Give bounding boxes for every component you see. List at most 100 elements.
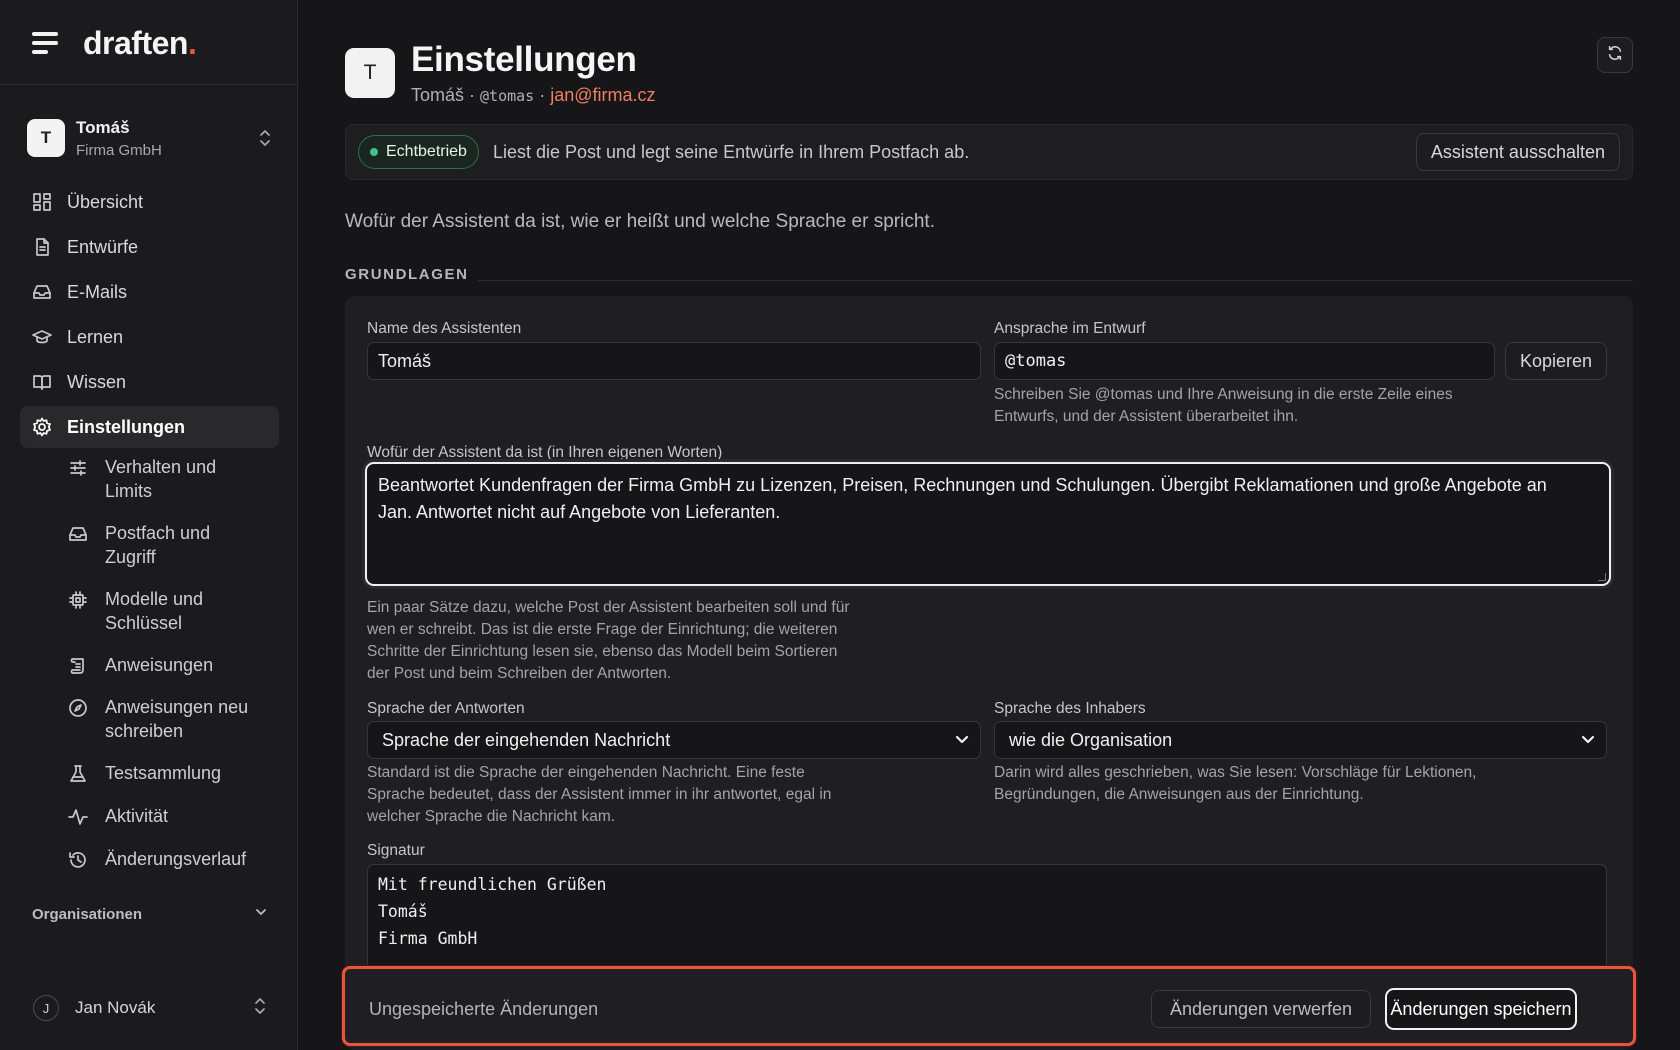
subnav-item-postfach[interactable]: Postfach und Zugriff bbox=[68, 521, 278, 587]
brand-logo[interactable]: draften. bbox=[83, 25, 197, 62]
nav-item-lernen[interactable]: Lernen bbox=[20, 316, 279, 358]
section-heading: GRUNDLAGEN bbox=[345, 266, 469, 283]
subnav-label: Limits bbox=[105, 481, 153, 501]
menu-icon[interactable] bbox=[32, 32, 58, 54]
account-org: Firma GmbH bbox=[76, 141, 162, 159]
assistant-handle: @tomas bbox=[480, 87, 535, 105]
subnav-label: Anweisungen bbox=[105, 655, 214, 675]
organisations-toggle[interactable]: Organisationen bbox=[32, 905, 268, 923]
nav-item-einstellungen[interactable]: Einstellungen bbox=[20, 406, 279, 448]
chevron-down-icon bbox=[954, 731, 970, 747]
status-dot-icon bbox=[370, 148, 378, 156]
subnav-item-anweisungen[interactable]: Anweisungen bbox=[68, 653, 278, 695]
nav-label: E-Mails bbox=[67, 281, 128, 302]
signature-line: Tomáš bbox=[378, 902, 428, 921]
dashboard-icon bbox=[32, 192, 52, 212]
scroll-icon bbox=[68, 656, 88, 676]
subnav-item-anweisungen-neu[interactable]: Anweisungen neu schreiben bbox=[68, 695, 278, 761]
address-label: Ansprache im Entwurf bbox=[994, 320, 1146, 337]
hint-line: Begründungen, die Anweisungen aus der Ei… bbox=[994, 786, 1364, 803]
hint-line: der Post und beim Schreiben der Antworte… bbox=[367, 665, 672, 682]
inbox-icon bbox=[32, 282, 52, 302]
chip-icon bbox=[68, 590, 88, 610]
settings-subnav: Verhalten und Limits Postfach und Zugriff … bbox=[68, 455, 278, 890]
unsaved-changes-text: Ungespeicherte Änderungen bbox=[369, 999, 599, 1019]
nav-item-entwuerfe[interactable]: Entwürfe bbox=[20, 226, 279, 268]
section-divider bbox=[478, 280, 1633, 281]
reply-language-hint: Standard ist die Sprache der eingehenden… bbox=[367, 762, 967, 828]
hint-line: Ein paar Sätze dazu, welche Post der Ass… bbox=[367, 599, 850, 616]
owner-language-select[interactable]: wie die Organisation bbox=[994, 721, 1607, 759]
sidebar-divider bbox=[0, 84, 298, 85]
subnav-label: Postfach und bbox=[105, 523, 211, 543]
status-badge: Echtbetrieb bbox=[358, 135, 479, 169]
user-avatar: J bbox=[33, 995, 59, 1021]
purpose-text-line: Beantwortet Kundenfragen der Firma GmbH … bbox=[378, 475, 1547, 495]
subnav-item-aenderungsverlauf[interactable]: Änderungsverlauf bbox=[68, 847, 278, 890]
intro-text: Wofür der Assistent da ist, wie er heißt… bbox=[345, 211, 935, 232]
separator: · bbox=[534, 85, 551, 105]
subnav-item-verhalten[interactable]: Verhalten und Limits bbox=[68, 455, 278, 521]
save-changes-button[interactable]: Änderungen speichern bbox=[1385, 988, 1577, 1030]
assistant-name: Tomáš bbox=[411, 85, 465, 105]
subnav-label: Verhalten und bbox=[105, 457, 217, 477]
organisations-label: Organisationen bbox=[32, 905, 143, 923]
nav-label: Entwürfe bbox=[67, 236, 139, 257]
status-badge-label: Echtbetrieb bbox=[386, 143, 467, 160]
address-input[interactable]: @tomas bbox=[994, 342, 1495, 380]
user-name: Jan Novák bbox=[75, 998, 156, 1017]
subnav-item-testsammlung[interactable]: Testsammlung bbox=[68, 761, 278, 804]
gear-icon bbox=[32, 417, 52, 437]
reply-language-label: Sprache der Antworten bbox=[367, 700, 525, 717]
subnav-label: schreiben bbox=[105, 721, 184, 741]
main-content: T Einstellungen Tomáš · @tomas · jan@fir… bbox=[298, 0, 1680, 1050]
flask-icon bbox=[68, 764, 88, 784]
inbox-icon bbox=[68, 524, 88, 544]
main-nav: Übersicht Entwürfe E-Mails Lernen Wissen… bbox=[20, 181, 279, 451]
chevron-updown-icon bbox=[258, 128, 272, 148]
resize-handle[interactable] bbox=[1598, 573, 1606, 581]
assistant-name-input[interactable]: Tomáš bbox=[367, 342, 981, 380]
reply-language-select[interactable]: Sprache der eingehenden Nachricht bbox=[367, 721, 981, 759]
user-menu[interactable]: J Jan Novák bbox=[33, 995, 267, 1021]
chevron-updown-icon bbox=[253, 996, 267, 1021]
refresh-icon bbox=[1606, 44, 1624, 67]
hint-line: Schreiben Sie @tomas und Ihre Anweisung … bbox=[994, 386, 1453, 403]
account-name: Tomáš bbox=[76, 117, 130, 137]
nav-item-emails[interactable]: E-Mails bbox=[20, 271, 279, 313]
status-text: Liest die Post und legt seine Entwürfe i… bbox=[492, 141, 970, 162]
discard-changes-button[interactable]: Änderungen verwerfen bbox=[1151, 990, 1371, 1028]
sidebar: draften. T Tomáš Firma GmbH Übersicht En… bbox=[0, 0, 298, 1050]
signature-textarea[interactable]: Mit freundlichen Grüßen Tomáš Firma GmbH bbox=[367, 864, 1607, 974]
hint-line: welcher Sprache die Nachricht kam. bbox=[367, 808, 616, 825]
name-label: Name des Assistenten bbox=[367, 320, 522, 337]
history-icon bbox=[68, 850, 88, 870]
owner-email[interactable]: jan@firma.cz bbox=[550, 85, 655, 105]
subnav-item-aktivitaet[interactable]: Aktivität bbox=[68, 804, 278, 847]
unsaved-changes-bar: Ungespeicherte Änderungen Änderungen ver… bbox=[342, 966, 1636, 1046]
separator: · bbox=[464, 85, 481, 105]
purpose-text-line: Jan. Antwortet nicht auf Angebote von Li… bbox=[378, 502, 781, 522]
hint-line: Schritte der Einrichtung lesen sie, eben… bbox=[367, 643, 838, 660]
nav-item-wissen[interactable]: Wissen bbox=[20, 361, 279, 403]
nav-label: Wissen bbox=[67, 371, 127, 392]
nav-item-uebersicht[interactable]: Übersicht bbox=[20, 181, 279, 223]
subnav-label: Schlüssel bbox=[105, 613, 183, 633]
copy-button[interactable]: Kopieren bbox=[1505, 342, 1607, 380]
disable-assistant-button[interactable]: Assistent ausschalten bbox=[1415, 133, 1620, 171]
account-switcher[interactable]: T Tomáš Firma GmbH bbox=[27, 113, 272, 163]
document-icon bbox=[32, 237, 52, 257]
nav-label: Einstellungen bbox=[67, 416, 186, 437]
assistant-avatar: T bbox=[345, 48, 395, 98]
subnav-label: Testsammlung bbox=[105, 763, 222, 783]
refresh-button[interactable] bbox=[1597, 37, 1633, 73]
account-avatar: T bbox=[27, 119, 65, 157]
owner-language-value: wie die Organisation bbox=[1009, 729, 1173, 750]
purpose-hint: Ein paar Sätze dazu, welche Post der Ass… bbox=[367, 597, 927, 685]
subnav-item-modelle[interactable]: Modelle und Schlüssel bbox=[68, 587, 278, 653]
graduation-cap-icon bbox=[32, 327, 52, 347]
address-hint: Schreiben Sie @tomas und Ihre Anweisung … bbox=[994, 384, 1614, 428]
nav-label: Übersicht bbox=[67, 191, 144, 212]
purpose-textarea[interactable]: Beantwortet Kundenfragen der Firma GmbH … bbox=[365, 462, 1611, 586]
subnav-label: Aktivität bbox=[105, 806, 169, 826]
